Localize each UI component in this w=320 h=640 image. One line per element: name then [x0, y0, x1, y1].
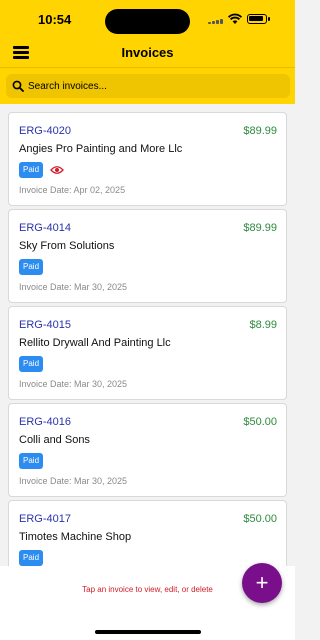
invoice-card[interactable]: ERG-4020 $89.99 Angies Pro Painting and …: [8, 112, 287, 206]
invoice-number: ERG-4015: [19, 319, 71, 331]
invoice-number: ERG-4017: [19, 513, 71, 525]
invoice-amount: $89.99: [243, 125, 277, 137]
top-bar: 10:54 Invoices: [0, 0, 295, 104]
invoice-number: ERG-4016: [19, 416, 71, 428]
invoice-list[interactable]: ERG-4020 $89.99 Angies Pro Painting and …: [0, 104, 295, 566]
search-input[interactable]: [28, 77, 283, 95]
badge-row: Paid: [19, 355, 44, 372]
battery-icon: [247, 14, 270, 24]
invoice-date: Invoice Date: Mar 30, 2025: [19, 379, 128, 389]
customer-name: Rellito Drywall And Painting Llc: [19, 337, 171, 349]
plus-icon: +: [255, 570, 269, 595]
signal-icon: [208, 18, 224, 24]
invoice-amount: $8.99: [249, 319, 277, 331]
dynamic-island: [105, 9, 190, 34]
status-badge: Paid: [19, 161, 44, 178]
wifi-icon: [228, 13, 242, 24]
invoice-number: ERG-4020: [19, 125, 71, 137]
badge-row: Paid: [19, 549, 44, 566]
status-bar: 10:54: [0, 0, 295, 40]
search-icon: [12, 80, 24, 92]
badge-row: Paid: [19, 258, 44, 275]
badge-row: Paid: [19, 161, 65, 178]
invoice-amount: $50.00: [243, 513, 277, 525]
status-badge: Paid: [19, 452, 44, 469]
page-title: Invoices: [121, 45, 174, 60]
invoice-amount: $89.99: [243, 222, 277, 234]
eye-icon: [50, 165, 65, 174]
home-indicator[interactable]: [95, 630, 201, 634]
customer-name: Timotes Machine Shop: [19, 531, 132, 543]
invoice-card[interactable]: ERG-4017 $50.00 Timotes Machine Shop Pai…: [8, 500, 287, 566]
invoice-card[interactable]: ERG-4016 $50.00 Colli and Sons Paid Invo…: [8, 403, 287, 497]
invoice-date: Invoice Date: Mar 30, 2025: [19, 282, 128, 292]
search-bar[interactable]: [6, 74, 290, 98]
status-badge: Paid: [19, 258, 44, 275]
status-time: 10:54: [38, 12, 72, 27]
status-badge: Paid: [19, 355, 44, 372]
add-invoice-button[interactable]: +: [242, 563, 282, 603]
nav-bar: Invoices: [0, 40, 295, 66]
badge-row: Paid: [19, 452, 44, 469]
invoice-amount: $50.00: [243, 416, 277, 428]
header-divider: [0, 67, 295, 68]
invoice-card[interactable]: ERG-4015 $8.99 Rellito Drywall And Paint…: [8, 306, 287, 400]
invoice-number: ERG-4014: [19, 222, 71, 234]
customer-name: Sky From Solutions: [19, 240, 115, 252]
invoice-date: Invoice Date: Apr 02, 2025: [19, 185, 126, 195]
invoice-date: Invoice Date: Mar 30, 2025: [19, 476, 128, 486]
customer-name: Angies Pro Painting and More Llc: [19, 143, 183, 155]
status-badge: Paid: [19, 549, 44, 566]
invoice-card[interactable]: ERG-4014 $89.99 Sky From Solutions Paid …: [8, 209, 287, 303]
customer-name: Colli and Sons: [19, 434, 90, 446]
